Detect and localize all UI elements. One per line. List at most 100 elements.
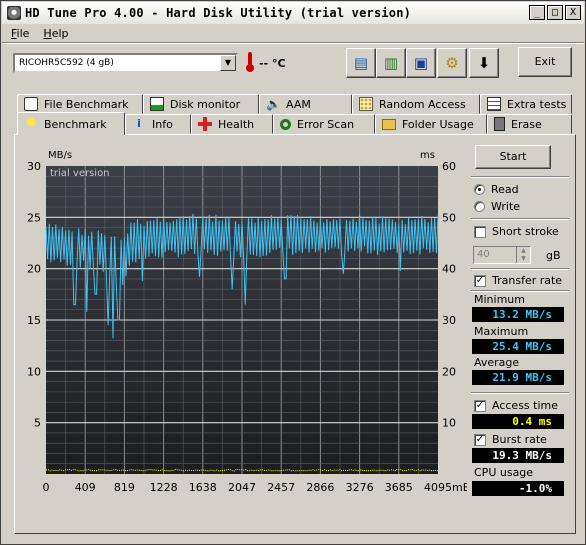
read-radio[interactable] — [474, 184, 485, 195]
thermometer-icon — [246, 52, 254, 72]
file-benchmark-icon — [24, 97, 38, 111]
tab-label: Erase — [511, 117, 542, 131]
read-label: Read — [491, 183, 519, 196]
speaker-icon: 🔈 — [266, 97, 281, 111]
save-icon: ▣ — [413, 54, 429, 72]
transfer-rate-label: Transfer rate — [492, 274, 563, 287]
tab-random-access[interactable]: Random Access — [352, 94, 480, 114]
burst-rate-option[interactable]: ✓ Burst rate — [474, 433, 547, 446]
menu-separator — [2, 42, 584, 44]
tab-label: Info — [152, 117, 173, 131]
tab-error-scan[interactable]: Error Scan — [273, 114, 375, 134]
transfer-rate-checkbox[interactable]: ✓ — [474, 274, 486, 287]
health-cross-icon — [198, 117, 212, 131]
hdtune-app-icon — [7, 6, 21, 20]
options-button[interactable]: ⚙ — [437, 48, 467, 78]
left-tick-label: 30 — [27, 160, 41, 173]
x-tick-label: 3276 — [346, 481, 374, 494]
tab-label: Disk monitor — [170, 97, 241, 111]
drive-select-value: RICOHR5C592 (4 gB) — [19, 58, 114, 68]
magnifier-icon — [280, 118, 291, 130]
tab-aam[interactable]: 🔈 AAM — [259, 94, 352, 114]
tab-benchmark[interactable]: Benchmark — [17, 112, 125, 135]
access-time-option[interactable]: ✓ Access time — [474, 399, 558, 412]
tab-label: AAM — [286, 97, 311, 111]
copy-image-button[interactable]: ▥ — [376, 48, 406, 78]
tab-info[interactable]: i Info — [125, 114, 191, 134]
spinner-arrows-icon[interactable]: ▲ ▼ — [516, 247, 530, 263]
tab-label: Error Scan — [297, 117, 355, 131]
exit-button[interactable]: Exit — [518, 47, 572, 77]
tab-folder-usage[interactable]: Folder Usage — [375, 114, 487, 134]
close-button[interactable]: X — [565, 5, 581, 20]
copy-text-button[interactable]: ▤ — [346, 48, 376, 78]
short-stroke-checkbox[interactable] — [474, 225, 486, 238]
access-time-checkbox[interactable]: ✓ — [474, 399, 486, 412]
right-axis-unit: ms — [420, 150, 435, 161]
tab-health[interactable]: Health — [191, 114, 273, 134]
access-time-value: 0.4 ms — [472, 414, 564, 429]
x-tick-label: 2457 — [267, 481, 295, 494]
short-stroke-unit: gB — [546, 249, 561, 262]
maximum-value: 25.4 MB/s — [472, 339, 564, 354]
menu-file[interactable]: File — [11, 27, 29, 40]
left-axis-unit: MB/s — [48, 150, 72, 161]
write-option[interactable]: Write — [474, 200, 520, 213]
tab-file-benchmark[interactable]: File Benchmark — [17, 94, 143, 114]
x-tick-label: 2866 — [306, 481, 334, 494]
short-stroke-option[interactable]: Short stroke — [474, 225, 559, 238]
tabs-row-bottom: Benchmark i Info Health Error Scan Folde… — [17, 112, 572, 135]
right-tick-label: 20 — [442, 365, 456, 378]
burst-rate-checkbox[interactable]: ✓ — [474, 433, 486, 446]
x-tick-label: 3685 — [385, 481, 413, 494]
x-tick-label: 2047 — [228, 481, 256, 494]
start-button[interactable]: Start — [475, 145, 551, 169]
drive-select[interactable]: RICOHR5C592 (4 gB) ▼ — [13, 53, 238, 73]
tab-disk-monitor[interactable]: Disk monitor — [143, 94, 259, 114]
left-tick-label: 10 — [27, 365, 41, 378]
transfer-rate-option[interactable]: ✓ Transfer rate — [474, 274, 562, 287]
menu-help[interactable]: Help — [43, 27, 68, 40]
minimum-label: Minimum — [474, 293, 525, 306]
tab-label: Extra tests — [507, 97, 567, 111]
short-stroke-spinner[interactable]: 40 ▲ ▼ — [473, 246, 531, 264]
download-icon: ⬇ — [477, 54, 491, 72]
copy-image-icon: ▥ — [383, 54, 399, 72]
tab-erase[interactable]: Erase — [487, 114, 572, 134]
burst-rate-label: Burst rate — [492, 433, 547, 446]
copy-text-icon: ▤ — [353, 54, 369, 72]
average-label: Average — [474, 356, 520, 369]
right-tick-label: 10 — [442, 417, 456, 430]
app-window: HD Tune Pro 4.00 - Hard Disk Utility (tr… — [0, 0, 586, 545]
write-radio[interactable] — [474, 201, 485, 212]
tab-label: Folder Usage — [402, 117, 474, 131]
burst-rate-value: 19.3 MB/s — [472, 448, 564, 463]
chevron-down-icon[interactable]: ▼ — [220, 55, 236, 71]
side-divider — [471, 290, 569, 292]
tabs-row-top: File Benchmark Disk monitor 🔈 AAM Random… — [17, 94, 572, 114]
short-stroke-label: Short stroke — [492, 225, 559, 238]
minimum-value: 13.2 MB/s — [472, 307, 564, 322]
folder-icon — [382, 118, 396, 130]
write-label: Write — [491, 200, 521, 213]
random-access-icon — [359, 97, 373, 111]
download-button[interactable]: ⬇ — [469, 48, 499, 78]
tab-extra-tests[interactable]: Extra tests — [480, 94, 572, 114]
read-option[interactable]: Read — [474, 183, 519, 196]
right-tick-label: 30 — [442, 314, 456, 327]
minimize-button[interactable]: _ — [529, 5, 545, 20]
window-title: HD Tune Pro 4.00 - Hard Disk Utility (tr… — [25, 6, 412, 20]
options-icon: ⚙ — [445, 54, 459, 72]
cpu-usage-value: -1.0% — [472, 481, 564, 496]
title-bar[interactable]: HD Tune Pro 4.00 - Hard Disk Utility (tr… — [2, 2, 584, 24]
maximize-button[interactable]: □ — [547, 5, 563, 20]
side-divider — [471, 176, 569, 178]
trial-watermark: trial version — [50, 168, 110, 179]
info-icon: i — [137, 117, 141, 130]
save-button[interactable]: ▣ — [406, 48, 436, 78]
access-time-label: Access time — [492, 399, 559, 412]
disk-monitor-icon — [150, 97, 164, 111]
x-tick-label: 819 — [114, 481, 135, 494]
maximum-label: Maximum — [474, 325, 529, 338]
tab-label: Random Access — [379, 97, 466, 111]
